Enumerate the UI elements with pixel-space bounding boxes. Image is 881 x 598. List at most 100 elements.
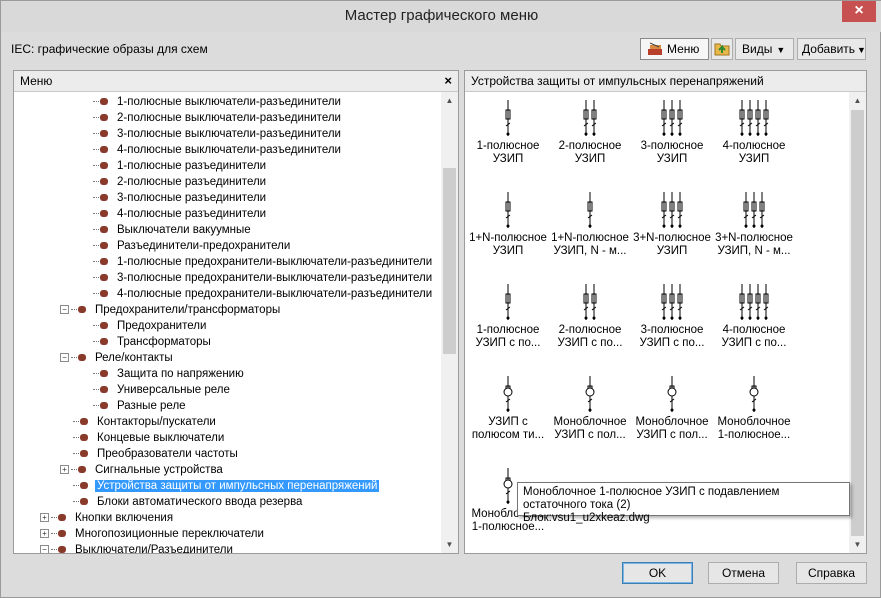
symbol-item[interactable]: 4-полюсное УЗИП [713, 96, 795, 166]
tree-item[interactable]: Блоки автоматического ввода резерва [60, 494, 304, 510]
symbol-caption-line2: 1-полюсное... [717, 429, 791, 441]
symbol-caption-line2: УЗИП [738, 153, 770, 165]
tree-item[interactable]: 4-полюсные разъединители [80, 206, 268, 222]
tree-item[interactable]: + Сигнальные устройства [60, 462, 225, 478]
tree-item[interactable]: Выключатели вакуумные [80, 222, 253, 238]
close-window-button[interactable]: × [842, 1, 876, 22]
collapse-icon[interactable]: − [40, 545, 49, 553]
tree-item[interactable]: Преобразователи частоты [60, 446, 240, 462]
spd-3pn-icon [661, 192, 683, 228]
symbol-item[interactable]: 4-полюсное УЗИП с по... [713, 280, 795, 350]
symbol-item[interactable]: 1+N-полюсное УЗИП [467, 188, 549, 258]
tree-item[interactable]: 4-полюсные предохранители-выключатели-ра… [80, 286, 434, 302]
add-dropdown[interactable]: Добавить ▼ [797, 38, 866, 60]
symbol-item[interactable]: 3+N-полюсное УЗИП [631, 188, 713, 258]
expand-icon[interactable]: + [60, 465, 69, 475]
tree-item[interactable]: 1-полюсные предохранители-выключатели-ра… [80, 254, 434, 270]
tree-item[interactable]: Предохранители [80, 318, 208, 334]
symbol-caption-line1: Моноблочное [717, 416, 791, 428]
tree-item-label: 1-полюсные предохранители-выключатели-ра… [117, 256, 433, 268]
tree-item[interactable]: − Предохранители/трансформаторы [60, 302, 282, 318]
tree-item[interactable]: Контакторы/пускатели [60, 414, 218, 430]
symbol-caption-line2: УЗИП с пол... [554, 429, 626, 441]
symbol-item[interactable]: 3-полюсное УЗИП [631, 96, 713, 166]
tree-item[interactable]: 3-полюсные разъединители [80, 190, 268, 206]
collapse-icon[interactable]: − [60, 353, 69, 363]
tree-item[interactable]: Разъединители-предохранители [80, 238, 292, 254]
symbol-caption-line1: Моноблочное [553, 416, 627, 428]
symbol-item[interactable]: 3+N-полюсное УЗИП, N - м... [713, 188, 795, 258]
tree-item[interactable]: 4-полюсные выключатели-разъединители [80, 142, 343, 158]
tree-item[interactable]: 1-полюсные разъединители [80, 158, 268, 174]
menu-tree: 1-полюсные выключатели-разъединители 2-по… [14, 92, 441, 553]
tree-item[interactable]: − Реле/контакты [60, 350, 175, 366]
tree-item[interactable]: 3-полюсные предохранители-выключатели-ра… [80, 270, 434, 286]
symbol-item[interactable]: 3-полюсное УЗИП с по... [631, 280, 713, 350]
symbol-caption-line1: 4-полюсное [722, 140, 786, 152]
tree-item[interactable]: 2-полюсные выключатели-разъединители [80, 110, 343, 126]
scroll-down-icon[interactable]: ▼ [849, 536, 866, 553]
symbol-item[interactable]: 2-полюсное УЗИП [549, 96, 631, 166]
symbol-caption-line2: УЗИП с по... [557, 337, 623, 349]
menu-tree-panel: Меню × 1-полюсные выключатели-разъединит… [13, 70, 459, 554]
cancel-button[interactable]: Отмена [708, 562, 779, 584]
spd-mono2-icon [667, 376, 677, 412]
tree-scrollbar[interactable]: ▲ ▼ [441, 92, 458, 553]
title-bar: Мастер графического меню × [1, 1, 881, 32]
symbol-item[interactable]: 2-полюсное УЗИП с по... [549, 280, 631, 350]
symbol-caption-line1: 3-полюсное [640, 140, 704, 152]
symbol-caption-line1: 3+N-полюсное [633, 232, 711, 244]
scroll-thumb[interactable] [851, 110, 864, 536]
help-button[interactable]: Справка [796, 562, 867, 584]
expand-icon[interactable]: + [40, 529, 49, 539]
navigate-up-button[interactable] [711, 38, 733, 60]
spd-2p-s-icon [583, 284, 597, 320]
symbol-caption-line2: УЗИП с пол... [636, 429, 708, 441]
scroll-down-icon[interactable]: ▼ [441, 536, 458, 553]
menu-tree-header: Меню × [14, 71, 458, 92]
menu-toggle-button[interactable]: Меню [640, 38, 709, 60]
tree-item[interactable]: − Выключатели/Разъединители [40, 542, 235, 553]
ok-button[interactable]: OK [622, 562, 693, 584]
menu-node-icon [93, 321, 111, 330]
symbol-caption-line1: 1+N-полюсное [469, 232, 547, 244]
spd-3p-icon [661, 100, 683, 136]
symbol-item[interactable]: Моноблочное 1-полюсное... [713, 372, 795, 442]
collapse-icon[interactable]: − [60, 305, 69, 315]
scroll-up-icon[interactable]: ▲ [441, 92, 458, 109]
tree-item[interactable]: Трансформаторы [80, 334, 213, 350]
spd-1p-s-icon [505, 284, 511, 320]
tree-item[interactable]: Защита по напряжению [80, 366, 246, 382]
tree-item[interactable]: Универсальные реле [80, 382, 232, 398]
symbol-item[interactable]: УЗИП с полюсом ти... [467, 372, 549, 442]
symbol-item[interactable]: 1-полюсное УЗИП [467, 96, 549, 166]
menu-node-icon [93, 145, 111, 154]
symbol-caption-line1: УЗИП с [488, 416, 528, 428]
gallery-scrollbar[interactable]: ▲ ▼ [849, 92, 866, 553]
symbol-item[interactable]: 1+N-полюсное УЗИП, N - м... [549, 188, 631, 258]
symbol-item[interactable]: 1-полюсное УЗИП с по... [467, 280, 549, 350]
scroll-up-icon[interactable]: ▲ [849, 92, 866, 109]
tree-item[interactable]: + Кнопки включения [40, 510, 175, 526]
library-title: IEC: графические образы для схем [11, 42, 208, 56]
symbol-item[interactable]: Моноблочное УЗИП с пол... [631, 372, 713, 442]
scroll-thumb[interactable] [443, 168, 456, 354]
menu-node-icon [93, 97, 111, 106]
tree-item[interactable]: + Многопозиционные переключатели [40, 526, 266, 542]
symbol-item[interactable]: Моноблочное УЗИП с пол... [549, 372, 631, 442]
expand-icon[interactable]: + [40, 513, 49, 523]
tree-item[interactable]: Концевые выключатели [60, 430, 226, 446]
tree-item[interactable]: 1-полюсные выключатели-разъединители [80, 94, 343, 110]
menu-node-icon [93, 193, 111, 202]
tree-item[interactable]: 2-полюсные разъединители [80, 174, 268, 190]
tree-item[interactable]: 3-полюсные выключатели-разъединители [80, 126, 343, 142]
spd-mono-1p-icon [749, 376, 759, 412]
views-dropdown[interactable]: Виды ▼ [735, 38, 794, 60]
symbol-caption-line2: УЗИП [492, 245, 524, 257]
folder-up-icon [714, 43, 730, 56]
tree-item[interactable]: Устройства защиты от импульсных перенапр… [60, 478, 380, 494]
symbol-caption-line1: 1+N-полюсное [551, 232, 629, 244]
close-panel-icon[interactable]: × [444, 73, 452, 88]
tree-item[interactable]: Разные реле [80, 398, 188, 414]
spd-1p-icon [505, 100, 511, 136]
